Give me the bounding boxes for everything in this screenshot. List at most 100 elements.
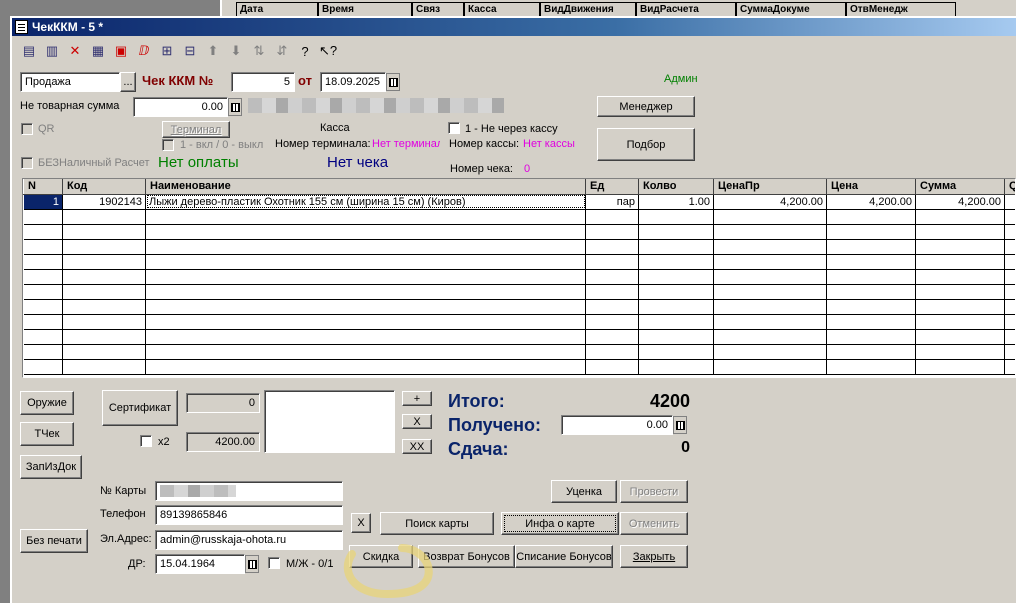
table-cell[interactable] — [713, 224, 827, 240]
table-cell[interactable] — [145, 224, 586, 240]
cell-n[interactable]: 1 — [23, 194, 63, 210]
table-cell[interactable] — [638, 269, 714, 285]
copy-row-icon[interactable]: ▥ — [41, 40, 63, 62]
table-cell[interactable] — [638, 344, 714, 360]
terminal-button[interactable]: Терминал — [162, 121, 230, 138]
tchek-button[interactable]: ТЧек — [20, 422, 74, 446]
table-cell[interactable] — [713, 329, 827, 345]
table-row[interactable] — [23, 314, 1015, 330]
table-cell[interactable] — [713, 209, 827, 225]
table-cell[interactable] — [638, 299, 714, 315]
insert-icon[interactable]: ⊟ — [179, 40, 201, 62]
post-button[interactable]: Провести — [620, 480, 688, 503]
title-bar[interactable]: ЧекККМ - 5 * — [12, 18, 1016, 36]
table-cell[interactable] — [62, 344, 146, 360]
items-table[interactable]: N Код Наименование Ед Колво ЦенаПр Цена … — [22, 178, 1016, 378]
table-cell[interactable] — [713, 359, 827, 375]
add-icon[interactable]: ⊞ — [156, 40, 178, 62]
table-cell[interactable] — [915, 254, 1005, 270]
table-cell[interactable] — [713, 284, 827, 300]
move-up-icon[interactable]: ⬆ — [202, 40, 224, 62]
plus-button[interactable]: + — [402, 391, 432, 406]
table-row[interactable] — [23, 209, 1015, 225]
table-cell[interactable] — [585, 329, 639, 345]
table-row[interactable] — [23, 254, 1015, 270]
table-cell[interactable] — [826, 314, 916, 330]
table-cell[interactable] — [638, 254, 714, 270]
manager-button[interactable]: Менеджер — [597, 96, 695, 117]
table-cell[interactable] — [585, 359, 639, 375]
table-row[interactable]: 1 1902143 Лыжи дерево-пластик Охотник 15… — [23, 194, 1015, 210]
qr-checkbox[interactable] — [21, 123, 33, 135]
table-cell[interactable] — [915, 224, 1005, 240]
table-cell[interactable] — [1004, 344, 1015, 360]
table-cell[interactable] — [585, 239, 639, 255]
terminal-checkbox[interactable] — [162, 139, 174, 151]
cell-qty[interactable]: 1.00 — [638, 194, 714, 210]
table-cell[interactable] — [23, 209, 63, 225]
table-cell[interactable] — [145, 269, 586, 285]
cell-price-pr[interactable]: 4,200.00 — [713, 194, 827, 210]
table-cell[interactable] — [145, 359, 586, 375]
table-cell[interactable] — [826, 284, 916, 300]
table-cell[interactable] — [23, 299, 63, 315]
table-cell[interactable] — [713, 299, 827, 315]
remove-all-button[interactable]: XX — [402, 439, 432, 454]
table-cell[interactable] — [713, 269, 827, 285]
table-cell[interactable] — [23, 224, 63, 240]
certificate-button[interactable]: Сертификат — [102, 390, 178, 426]
cell-sum[interactable]: 4,200.00 — [915, 194, 1005, 210]
whats-this-icon[interactable]: ↖? — [317, 40, 339, 62]
cell-unit[interactable]: пар — [585, 194, 639, 210]
table-cell[interactable] — [62, 224, 146, 240]
table-cell[interactable] — [638, 314, 714, 330]
table-cell[interactable] — [915, 239, 1005, 255]
table-cell[interactable] — [713, 314, 827, 330]
cashless-checkbox[interactable] — [21, 157, 33, 169]
table-cell[interactable] — [638, 329, 714, 345]
table-cell[interactable] — [23, 329, 63, 345]
new-row-icon[interactable]: ▤ — [18, 40, 40, 62]
edit-row-icon[interactable]: ▦ — [87, 40, 109, 62]
writeoff-bonus-button[interactable]: Списание Бонусов — [515, 545, 613, 568]
table-cell[interactable] — [23, 269, 63, 285]
table-cell[interactable] — [1004, 299, 1015, 315]
col-header-name[interactable]: Наименование — [145, 179, 586, 195]
table-cell[interactable] — [826, 209, 916, 225]
table-cell[interactable] — [915, 209, 1005, 225]
table-row[interactable] — [23, 284, 1015, 300]
gender-checkbox[interactable] — [268, 557, 280, 569]
not-through-kassa-checkbox[interactable] — [448, 122, 460, 134]
table-cell[interactable] — [915, 359, 1005, 375]
cell-name[interactable]: Лыжи дерево-пластик Охотник 155 см (шири… — [145, 194, 586, 210]
table-cell[interactable] — [1004, 329, 1015, 345]
operation-select-button[interactable]: ... — [120, 72, 136, 92]
table-cell[interactable] — [1004, 209, 1015, 225]
certificate-list[interactable] — [264, 390, 395, 453]
table-cell[interactable] — [23, 359, 63, 375]
table-cell[interactable] — [826, 359, 916, 375]
table-cell[interactable] — [145, 284, 586, 300]
table-cell[interactable] — [826, 344, 916, 360]
table-cell[interactable] — [915, 344, 1005, 360]
move-down-icon[interactable]: ⬇ — [225, 40, 247, 62]
table-row[interactable] — [23, 359, 1015, 375]
col-header-qty[interactable]: Колво — [638, 179, 714, 195]
phone-input[interactable]: 89139865846 — [155, 505, 343, 525]
calendar-icon[interactable] — [386, 73, 400, 91]
col-header-sum[interactable]: Сумма — [915, 179, 1005, 195]
x2-checkbox[interactable] — [140, 435, 152, 447]
table-cell[interactable] — [145, 299, 586, 315]
cancel-button[interactable]: Отменить — [620, 512, 688, 535]
calculator-icon[interactable] — [228, 98, 242, 116]
table-row[interactable] — [23, 269, 1015, 285]
table-cell[interactable] — [638, 359, 714, 375]
table-cell[interactable] — [585, 269, 639, 285]
calculator-icon[interactable] — [673, 416, 687, 434]
table-row[interactable] — [23, 344, 1015, 360]
table-cell[interactable] — [585, 209, 639, 225]
table-row[interactable] — [23, 239, 1015, 255]
table-cell[interactable] — [826, 329, 916, 345]
remove-button[interactable]: X — [402, 414, 432, 429]
table-cell[interactable] — [826, 224, 916, 240]
